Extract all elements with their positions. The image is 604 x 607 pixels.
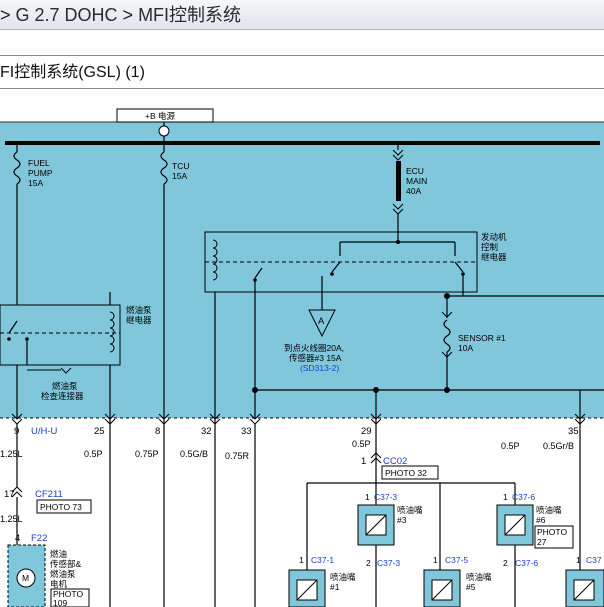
check-connector-label: 检查连接器 bbox=[41, 391, 84, 401]
splice-dot-icon bbox=[330, 272, 334, 276]
injector-label: #1 bbox=[330, 582, 340, 592]
photo-link[interactable]: 109 bbox=[53, 598, 67, 607]
motor-label: 燃油泵 bbox=[50, 569, 76, 579]
injector-pin: 1 bbox=[365, 492, 370, 502]
relay-label: 燃油泵 bbox=[126, 305, 152, 315]
injector-label: 喷油嘴 bbox=[330, 572, 356, 582]
fuse-label: ECU bbox=[406, 166, 424, 176]
fuse-symbol-icon bbox=[396, 161, 401, 201]
pin-number: 25 bbox=[94, 426, 105, 437]
injector-connector-id: C37-5 bbox=[445, 555, 468, 565]
fuse-label: 15A bbox=[28, 178, 43, 188]
splice-id: CC02 bbox=[383, 456, 407, 467]
injector-pin: 2 bbox=[503, 558, 508, 568]
fuse-label: FUEL bbox=[28, 158, 50, 168]
motor-symbol: M bbox=[22, 573, 29, 583]
splice-dot-icon bbox=[252, 387, 258, 393]
injector-pin: 1 bbox=[503, 492, 508, 502]
fuse-label: TCU bbox=[172, 161, 189, 171]
wire-gauge: 0.5P bbox=[84, 449, 103, 459]
schematic-panel bbox=[0, 122, 604, 418]
splice-dot-icon bbox=[7, 337, 11, 341]
pin-number: 32 bbox=[201, 426, 212, 437]
reference-symbol: A bbox=[318, 316, 325, 327]
reference-label: 到点火线圈20A, bbox=[284, 343, 344, 353]
breadcrumb-separator: > bbox=[122, 5, 134, 25]
injector-pin: 1 bbox=[576, 555, 581, 565]
wire-gauge: 0.5Gr/B bbox=[543, 441, 574, 451]
connector-pin: 17 bbox=[4, 489, 15, 500]
injector-connector-id: C37-3 bbox=[377, 558, 400, 568]
fuse-label: PUMP bbox=[28, 168, 53, 178]
wire-gauge: 0.75R bbox=[225, 451, 250, 461]
connector-id: F22 bbox=[31, 533, 47, 544]
wire-gauge: 0.5P bbox=[352, 439, 371, 449]
fuse-label: 10A bbox=[458, 343, 473, 353]
injector-label: #3 bbox=[397, 515, 407, 525]
page-title: FI控制系统(GSL) (1) bbox=[0, 55, 604, 89]
injector-pin: 1 bbox=[433, 555, 438, 565]
power-supply-label: +B 电源 bbox=[145, 111, 175, 121]
breadcrumb-item-mfi[interactable]: MFI控制系统 bbox=[138, 5, 241, 25]
injector-label: 喷油嘴 bbox=[466, 572, 492, 582]
injector-connector-id: C37 bbox=[586, 555, 602, 565]
wire-gauge: 1.25L bbox=[0, 514, 23, 524]
fuse-label: SENSOR #1 bbox=[458, 333, 506, 343]
supply-terminal-icon bbox=[158, 125, 170, 137]
injector-label: #5 bbox=[466, 582, 476, 592]
fuse-label: 15A bbox=[172, 171, 187, 181]
pin-code: U/H-U bbox=[31, 426, 58, 437]
page-title-text: FI控制系统(GSL) (1) bbox=[0, 64, 145, 81]
splice-pin: 1 bbox=[361, 456, 366, 467]
injector-label: #6 bbox=[536, 515, 546, 525]
motor-label: 燃油 bbox=[50, 549, 67, 559]
wire-gauge: 1.25L bbox=[0, 449, 23, 459]
connector-pin: 4 bbox=[15, 533, 20, 544]
injector-connector-id: C37-1 bbox=[311, 555, 334, 565]
breadcrumb-item-engine[interactable]: G 2.7 DOHC bbox=[16, 5, 118, 25]
pin-number: 35 bbox=[568, 426, 579, 437]
splice-dot-icon bbox=[444, 387, 450, 393]
check-connector-label: 燃油泵 bbox=[52, 381, 78, 391]
injector-connector-id: C37-6 bbox=[515, 558, 538, 568]
photo-link[interactable]: PHOTO 73 bbox=[40, 502, 82, 512]
reference-link[interactable]: (SD313-2) bbox=[300, 363, 339, 373]
photo-link[interactable]: 27 bbox=[537, 537, 547, 547]
relay-label: 发动机 bbox=[481, 232, 507, 242]
motor-label: 传感部& bbox=[50, 559, 82, 569]
injector-pin: 1 bbox=[299, 555, 304, 565]
motor-label: 电机 bbox=[50, 579, 68, 589]
injector-pin: 2 bbox=[366, 558, 371, 568]
injector-label: 喷油嘴 bbox=[536, 505, 562, 515]
injector-label: 喷油嘴 bbox=[397, 505, 423, 515]
pin-number: 9 bbox=[14, 426, 19, 437]
photo-link[interactable]: PHOTO 32 bbox=[385, 468, 427, 478]
injector-connector-id: C37-6 bbox=[512, 492, 535, 502]
relay-label: 控制 bbox=[481, 242, 498, 252]
fuse-label: 40A bbox=[406, 186, 421, 196]
breadcrumb: > G 2.7 DOHC > MFI控制系统 bbox=[0, 0, 604, 30]
wire-gauge: 0.75P bbox=[135, 449, 159, 459]
breadcrumb-separator: > bbox=[0, 5, 11, 25]
wire-gauge: 0.5P bbox=[501, 441, 520, 451]
connector-id: CF211 bbox=[35, 489, 63, 500]
relay-label: 继电器 bbox=[481, 252, 507, 262]
pin-number: 33 bbox=[241, 426, 252, 437]
photo-link[interactable]: PHOTO bbox=[537, 527, 567, 537]
reference-label: 传感器#3 15A bbox=[289, 353, 342, 363]
fuse-label: MAIN bbox=[406, 176, 427, 186]
wiring-diagram: +B 电源 FUEL PUMP 15A TCU 15A ECU MAIN 40A… bbox=[0, 108, 604, 607]
relay-label: 继电器 bbox=[126, 315, 152, 325]
injector-connector-id: C37-3 bbox=[374, 492, 397, 502]
pin-number: 29 bbox=[361, 426, 372, 437]
pin-number: 8 bbox=[155, 426, 160, 437]
wire-gauge: 0.5G/B bbox=[180, 449, 208, 459]
